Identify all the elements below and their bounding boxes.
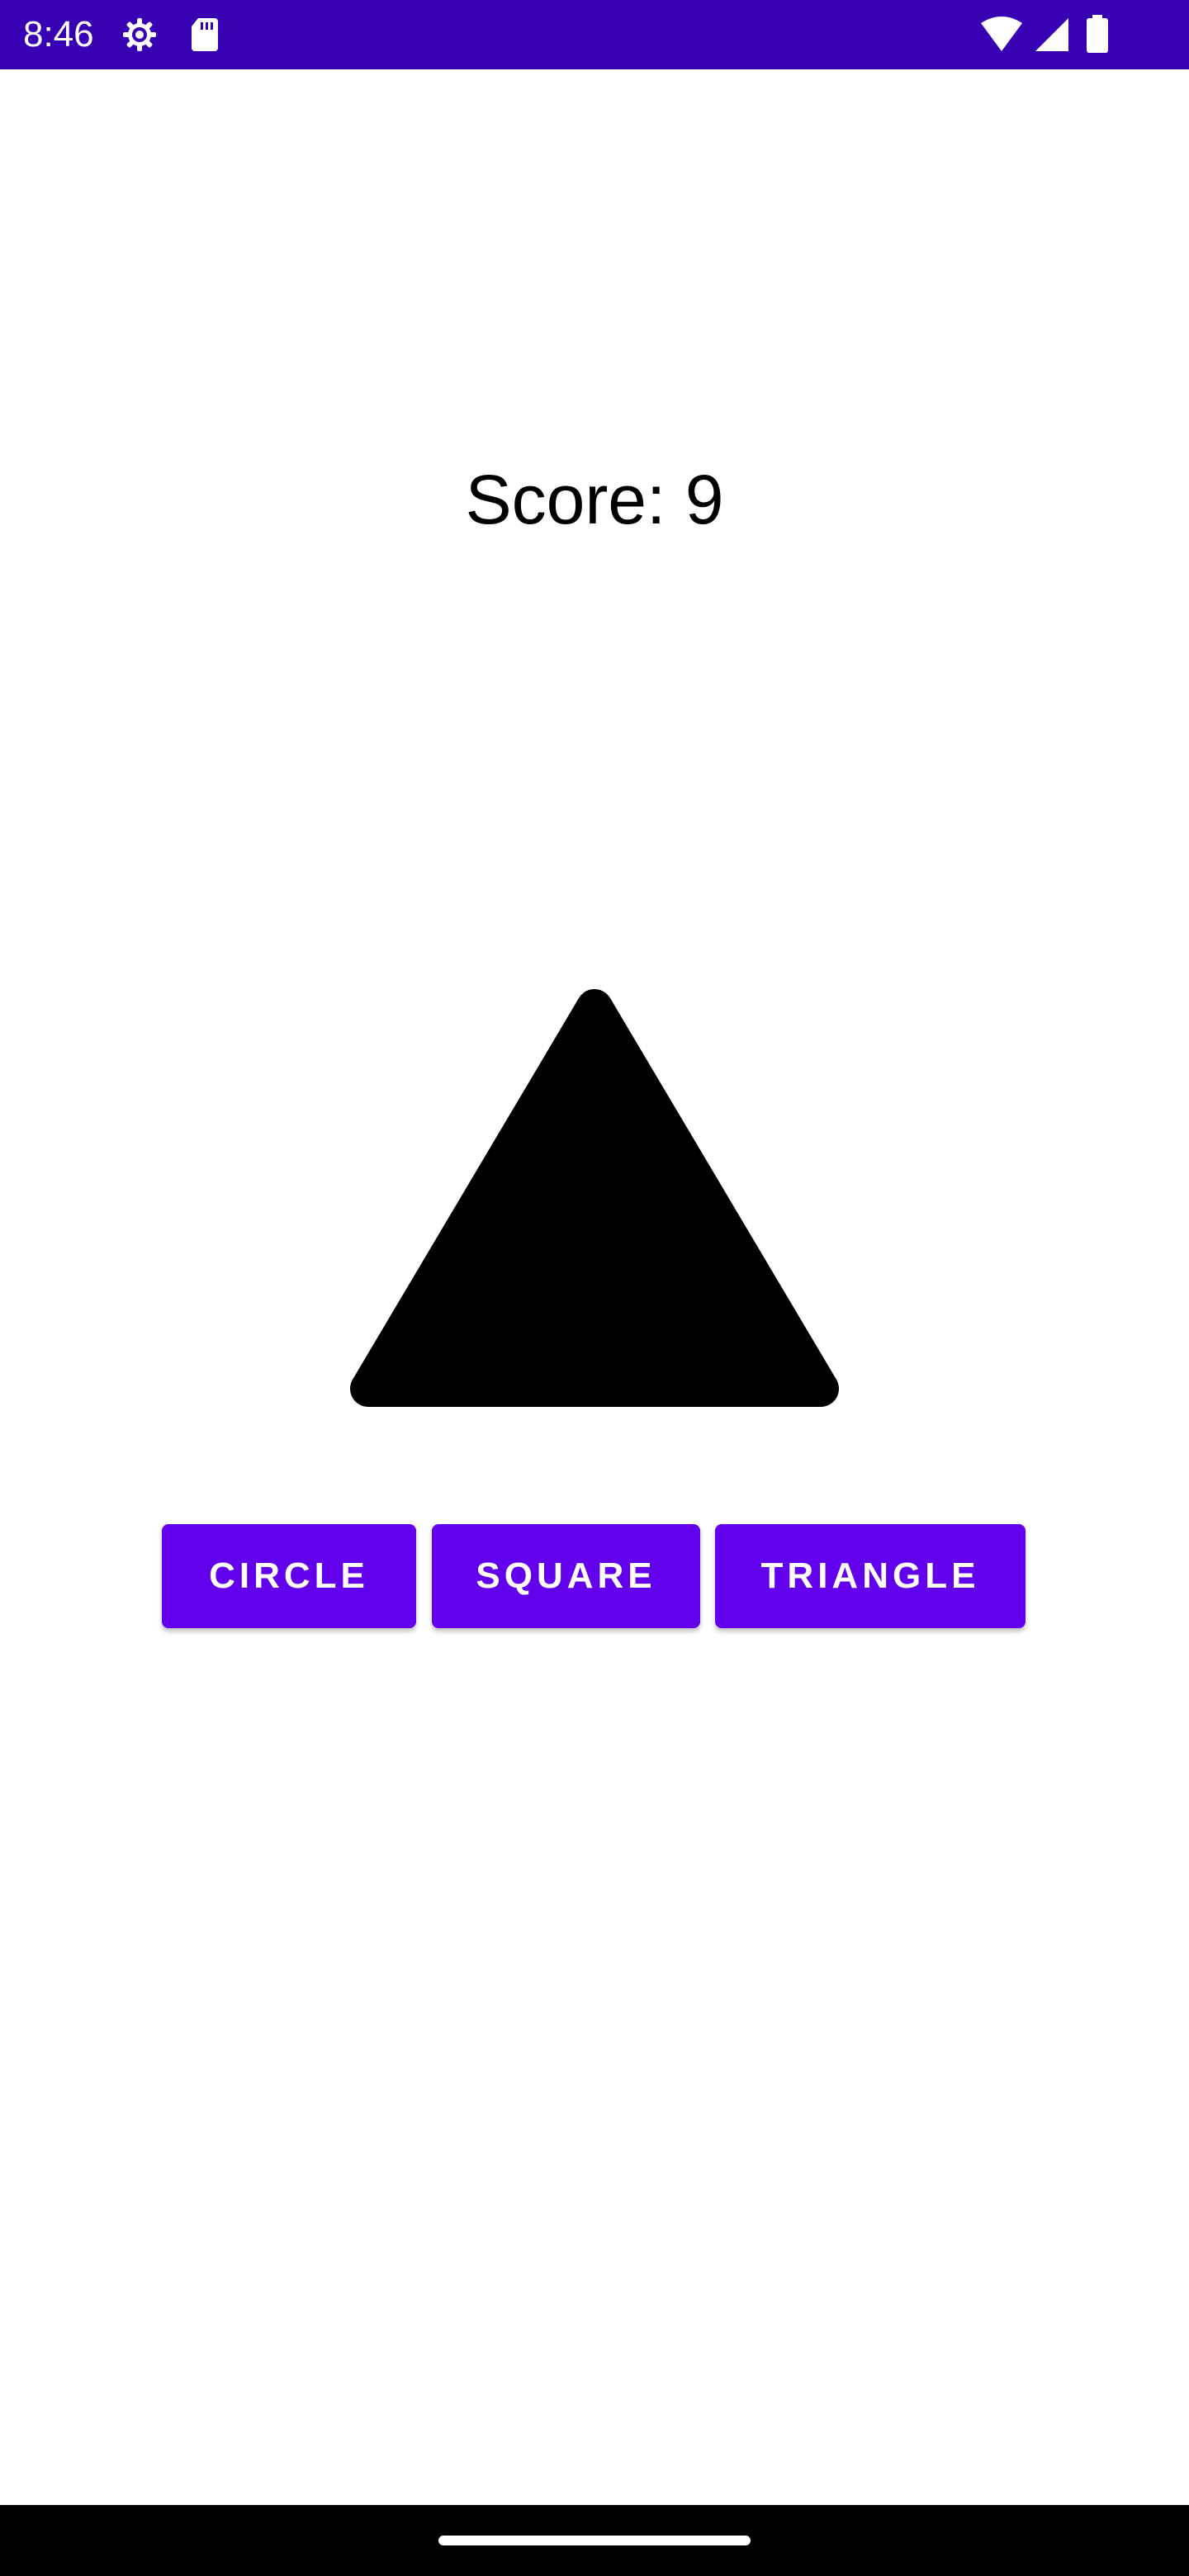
wifi-icon <box>979 15 1024 54</box>
triangle-shape <box>350 987 839 1410</box>
score-label: Score: 9 <box>465 461 724 538</box>
answer-buttons: CIRCLE SQUARE TRIANGLE <box>0 1524 1189 1628</box>
circle-button[interactable]: CIRCLE <box>162 1524 416 1628</box>
navigation-bar <box>0 2505 1189 2576</box>
settings-icon <box>120 15 159 54</box>
status-bar: 8:46 <box>0 0 1189 69</box>
home-gesture-handle[interactable] <box>438 2536 751 2545</box>
sd-card-icon <box>185 15 225 54</box>
square-button[interactable]: SQUARE <box>432 1524 700 1628</box>
status-time: 8:46 <box>23 14 94 54</box>
triangle-button[interactable]: TRIANGLE <box>715 1524 1026 1628</box>
battery-icon <box>1085 15 1110 54</box>
signal-icon <box>1032 15 1072 54</box>
